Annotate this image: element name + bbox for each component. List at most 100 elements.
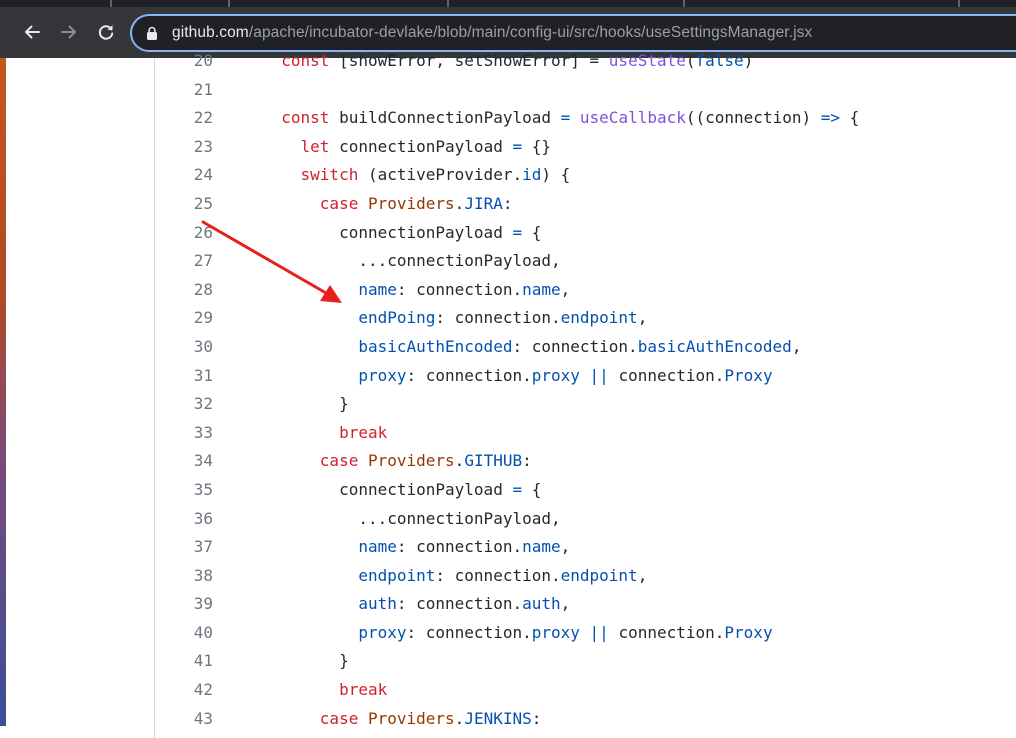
code-token: : xyxy=(531,708,542,728)
code-token: connectionPayload xyxy=(262,479,513,499)
code-token: ) { xyxy=(541,165,571,185)
line-number[interactable]: 32 xyxy=(155,390,213,419)
line-number[interactable]: 26 xyxy=(155,219,213,248)
code-token: proxy xyxy=(358,365,407,385)
code-token: , xyxy=(637,565,648,585)
line-number[interactable]: 29 xyxy=(155,304,213,333)
code-token: break xyxy=(339,422,388,442)
code-token: false xyxy=(695,51,744,70)
line-number[interactable]: 20 xyxy=(155,47,213,76)
code-token: let xyxy=(300,136,330,156)
line-number[interactable]: 30 xyxy=(155,333,213,362)
line-number[interactable]: 37 xyxy=(155,533,213,562)
line-number[interactable]: 23 xyxy=(155,133,213,162)
code-token: connectionPayload xyxy=(262,222,513,242)
code-token: , xyxy=(560,594,571,614)
code-token: Proxy xyxy=(724,365,773,385)
line-content: break xyxy=(262,676,387,705)
code-token: , xyxy=(560,537,571,557)
code-token: Providers xyxy=(367,451,455,471)
line-content: endpoint: connection.endpoint, xyxy=(262,562,647,591)
line-number[interactable]: 28 xyxy=(155,276,213,305)
line-number[interactable]: 38 xyxy=(155,562,213,591)
code-token: case xyxy=(319,193,359,213)
forward-button[interactable] xyxy=(54,17,84,47)
line-number[interactable]: 39 xyxy=(155,590,213,619)
code-token: useState xyxy=(608,51,686,70)
tab-separator xyxy=(447,0,449,7)
code-token: break xyxy=(339,680,388,700)
code-token: . xyxy=(454,193,465,213)
tab-separator xyxy=(228,0,230,7)
lock-icon xyxy=(147,26,157,40)
line-number[interactable]: 27 xyxy=(155,247,213,276)
line-number[interactable]: 40 xyxy=(155,619,213,648)
code-token: connection. xyxy=(608,365,725,385)
line-number[interactable]: 31 xyxy=(155,362,213,391)
code-token: ...connectionPayload, xyxy=(262,251,561,271)
code-token: basicAuthEncoded xyxy=(637,336,792,356)
line-content: auth: connection.auth, xyxy=(262,590,570,619)
line-number[interactable]: 36 xyxy=(155,505,213,534)
line-content: } xyxy=(262,647,349,676)
code-token: || xyxy=(589,622,609,642)
code-token: proxy xyxy=(531,365,580,385)
url-host: github.com xyxy=(172,24,249,41)
code-token: proxy xyxy=(358,622,407,642)
reload-button[interactable] xyxy=(91,17,121,47)
line-number[interactable]: 25 xyxy=(155,190,213,219)
code-token: ( xyxy=(685,51,696,70)
line-number[interactable]: 43 xyxy=(155,705,213,734)
line-content: endPoing: connection.endpoint, xyxy=(262,304,647,333)
code-token: = xyxy=(512,479,523,499)
line-number[interactable]: 22 xyxy=(155,104,213,133)
line-number[interactable]: 24 xyxy=(155,161,213,190)
code-token: : connection. xyxy=(435,308,561,328)
back-button[interactable] xyxy=(17,17,47,47)
line-content: proxy: connection.proxy || connection.Pr… xyxy=(262,619,772,648)
code-token: proxy xyxy=(531,622,580,642)
line-number[interactable]: 35 xyxy=(155,476,213,505)
line-number[interactable]: 33 xyxy=(155,419,213,448)
code-token: name xyxy=(522,537,561,557)
url-text[interactable]: github.com/apache/incubator-devlake/blob… xyxy=(172,24,812,42)
line-content: case Providers.JENKINS: xyxy=(262,705,542,734)
line-number[interactable]: 41 xyxy=(155,647,213,676)
line-content: break xyxy=(262,419,387,448)
code-token: (activeProvider. xyxy=(358,165,523,185)
code-token: => xyxy=(820,108,840,128)
code-token: name xyxy=(358,279,397,299)
line-number[interactable]: 34 xyxy=(155,447,213,476)
line-number[interactable]: 42 xyxy=(155,676,213,705)
code-token: , xyxy=(791,336,802,356)
code-token: case xyxy=(319,451,359,471)
code-token: GITHUB xyxy=(464,451,523,471)
tab-strip xyxy=(0,0,1016,7)
code-token: const xyxy=(281,108,330,128)
line-content: connectionPayload = { xyxy=(262,476,541,505)
code-token: : connection. xyxy=(512,336,638,356)
code-token: id xyxy=(522,165,542,185)
line-number[interactable]: 21 xyxy=(155,76,213,105)
code-token: buildConnectionPayload xyxy=(329,108,561,128)
line-content: proxy: connection.proxy || connection.Pr… xyxy=(262,362,773,391)
line-content: const [showError, setShowError] = useSta… xyxy=(262,47,753,76)
code-token: = xyxy=(512,136,523,156)
tab-separator xyxy=(110,0,112,7)
